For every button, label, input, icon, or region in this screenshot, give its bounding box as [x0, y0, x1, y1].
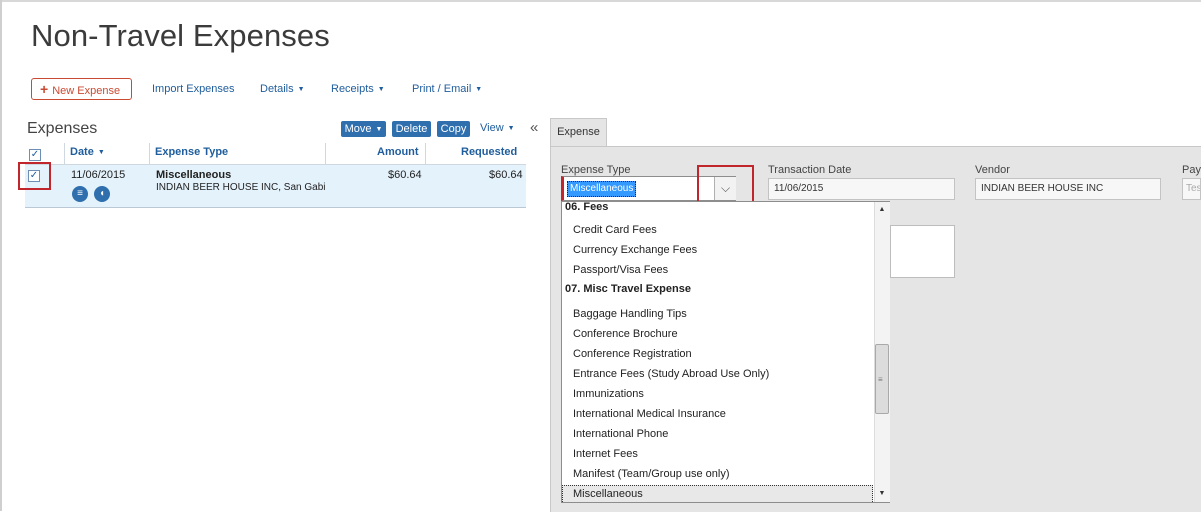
sort-desc-icon: ▼: [97, 149, 105, 156]
grip-icon: ≡: [878, 375, 883, 384]
print-email-label: Print / Email: [412, 83, 472, 95]
itemization-icon[interactable]: ≡: [72, 186, 88, 202]
receipts-menu[interactable]: Receipts ▼: [331, 83, 385, 95]
print-email-menu[interactable]: Print / Email ▼: [412, 83, 482, 95]
requested-column-header[interactable]: Requested: [461, 146, 517, 158]
dropdown-option[interactable]: International Medical Insurance: [573, 408, 726, 420]
expense-type-selected-value: Miscellaneous: [567, 181, 637, 197]
date-header-label: Date: [70, 146, 94, 158]
dropdown-option[interactable]: Miscellaneous: [573, 488, 643, 500]
pay-field[interactable]: Tes: [1182, 178, 1201, 200]
receipts-label: Receipts: [331, 83, 374, 95]
dropdown-group-header: 07. Misc Travel Expense: [565, 283, 691, 295]
copy-button[interactable]: Copy: [437, 121, 470, 137]
caret-down-icon: ▼: [377, 86, 385, 93]
column-separator: [425, 143, 426, 164]
row-amount: $60.64: [388, 169, 422, 181]
date-column-header[interactable]: Date ▼: [70, 146, 105, 158]
dropdown-option[interactable]: Immunizations: [573, 388, 644, 400]
comment-icon[interactable]: ◖: [94, 186, 110, 202]
dropdown-option[interactable]: Passport/Visa Fees: [573, 264, 668, 276]
column-separator: [64, 143, 65, 164]
new-expense-label: New Expense: [52, 85, 121, 97]
comment-textarea[interactable]: [890, 225, 955, 278]
expense-type-label: Expense Type: [561, 164, 631, 176]
collapse-panel-icon[interactable]: «: [530, 119, 538, 136]
dropdown-option[interactable]: Internet Fees: [573, 448, 638, 460]
amount-column-header[interactable]: Amount: [377, 146, 419, 158]
caret-down-icon: ▼: [297, 86, 305, 93]
left-border: [0, 0, 2, 511]
column-separator: [325, 143, 326, 164]
dropdown-option[interactable]: International Phone: [573, 428, 668, 440]
caret-down-icon: ▼: [475, 86, 483, 93]
import-expenses-link[interactable]: Import Expenses: [152, 83, 235, 95]
new-expense-button[interactable]: + New Expense: [31, 78, 132, 100]
expenses-panel-title: Expenses: [27, 120, 98, 137]
row-requested: $60.64: [489, 169, 523, 181]
dropdown-option[interactable]: Entrance Fees (Study Abroad Use Only): [573, 368, 769, 380]
plus-icon: +: [40, 81, 49, 97]
row-date: 11/06/2015: [71, 169, 126, 181]
top-border: [0, 0, 1201, 2]
tab-expense[interactable]: Expense: [550, 118, 607, 146]
scroll-up-icon[interactable]: ▲: [874, 206, 890, 213]
dropdown-option[interactable]: Conference Registration: [573, 348, 692, 360]
vendor-field[interactable]: INDIAN BEER HOUSE INC: [975, 178, 1161, 200]
dropdown-option[interactable]: Conference Brochure: [573, 328, 678, 340]
caret-down-icon: ▼: [507, 125, 515, 132]
select-all-checkbox[interactable]: ✓: [29, 149, 41, 161]
dropdown-option[interactable]: Baggage Handling Tips: [573, 308, 687, 320]
details-menu[interactable]: Details ▼: [260, 83, 305, 95]
row-vendor: INDIAN BEER HOUSE INC, San Gabi: [156, 182, 325, 193]
transaction-date-label: Transaction Date: [768, 164, 852, 176]
view-label: View: [480, 122, 504, 134]
column-separator: [149, 143, 150, 164]
move-button[interactable]: Move ▼: [341, 121, 386, 137]
details-label: Details: [260, 83, 294, 95]
pay-label: Pay: [1182, 164, 1201, 176]
scroll-down-icon[interactable]: ▼: [874, 490, 890, 497]
delete-button[interactable]: Delete: [392, 121, 431, 137]
expense-type-dropdown-list[interactable]: 06. Fees Credit Card Fees Currency Exchang…: [561, 201, 890, 503]
dropdown-option[interactable]: Currency Exchange Fees: [573, 244, 697, 256]
row-checkbox[interactable]: ✓: [28, 170, 40, 182]
dropdown-group-header: 06. Fees: [565, 201, 609, 213]
transaction-date-field[interactable]: 11/06/2015: [768, 178, 955, 200]
row-expense-type: Miscellaneous: [156, 169, 232, 181]
move-label: Move: [344, 123, 372, 135]
caret-down-icon: ▼: [375, 126, 383, 133]
vendor-label: Vendor: [975, 164, 1010, 176]
expense-type-column-header[interactable]: Expense Type: [155, 146, 228, 158]
dropdown-option[interactable]: Manifest (Team/Group use only): [573, 468, 730, 480]
dropdown-option[interactable]: Credit Card Fees: [573, 224, 657, 236]
page-title: Non-Travel Expenses: [31, 18, 330, 53]
view-menu[interactable]: View ▼: [480, 122, 515, 134]
